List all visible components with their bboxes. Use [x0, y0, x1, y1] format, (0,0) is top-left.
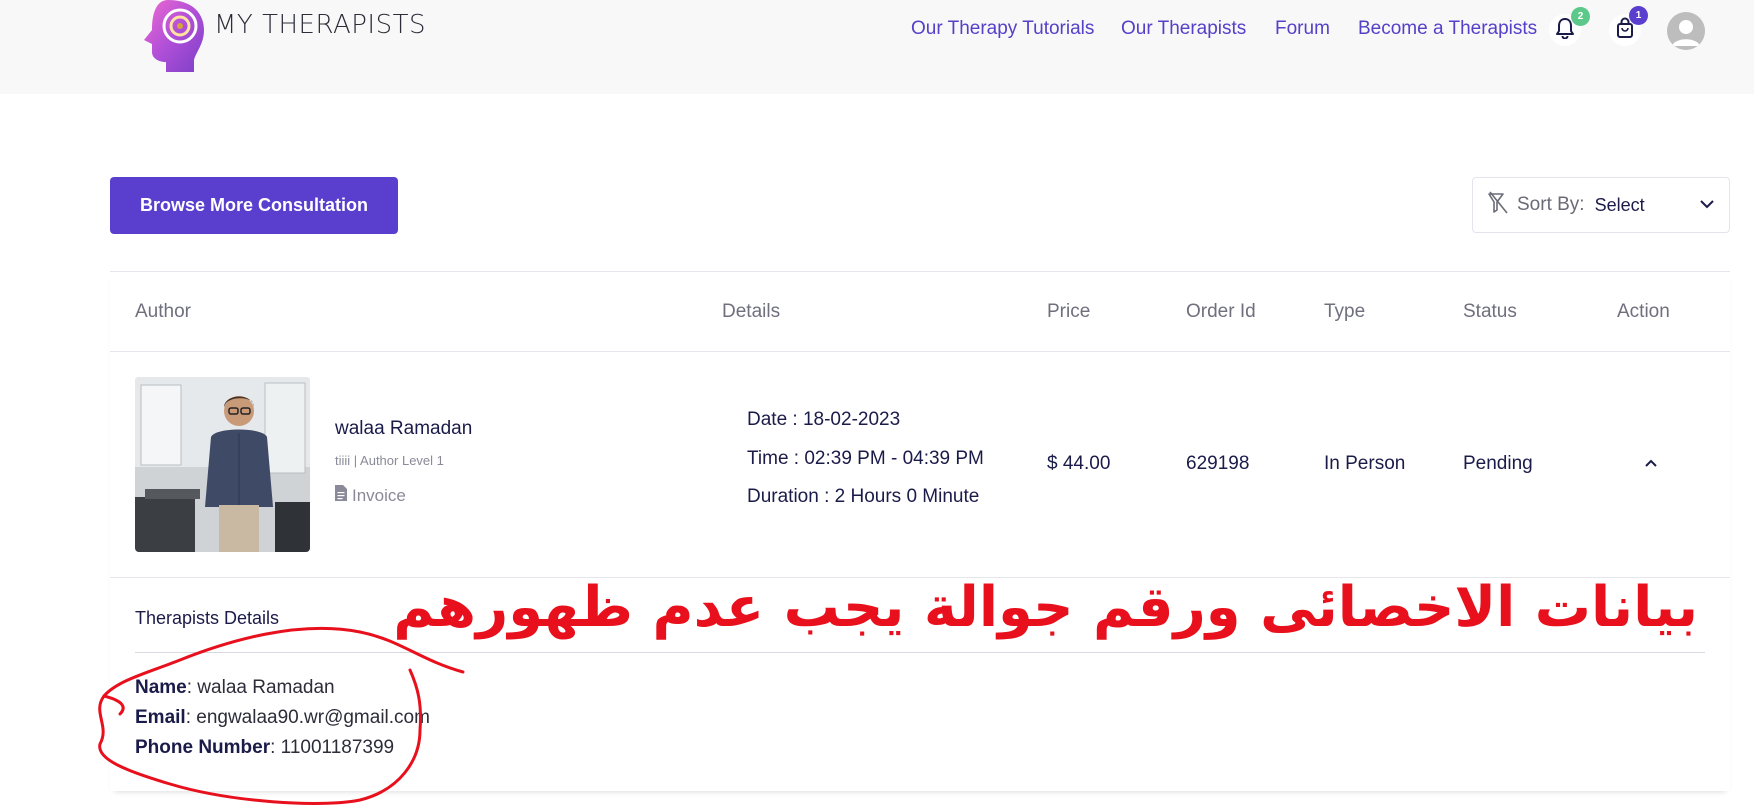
sort-by-value: Select	[1594, 194, 1645, 215]
author-name[interactable]: walaa Ramadan	[335, 418, 472, 440]
nav-therapy-tutorials[interactable]: Our Therapy Tutorials	[911, 18, 1094, 40]
filter-icon	[1487, 190, 1509, 220]
chevron-down-icon	[1699, 196, 1715, 217]
divider	[110, 271, 1730, 272]
status-value: Pending	[1463, 453, 1533, 474]
notifications-badge: 2	[1571, 7, 1590, 26]
therapist-details-title: Therapists Details	[135, 608, 280, 628]
invoice-link[interactable]: Invoice	[335, 485, 406, 506]
divider	[110, 351, 1730, 352]
column-header-order-id: Order Id	[1186, 301, 1256, 322]
column-header-type: Type	[1324, 301, 1366, 322]
phone-label: Phone Number	[135, 737, 271, 758]
therapist-phone-line: Phone Number: 11001187399	[135, 737, 394, 759]
cart-badge: 1	[1629, 6, 1648, 25]
divider	[135, 652, 1705, 653]
logo-head-icon	[138, 0, 214, 72]
consultations-table: Author Details Price Order Id Type Statu…	[110, 271, 1730, 791]
sort-by-label: Sort By:	[1517, 194, 1585, 215]
order-id-value: 629198	[1186, 453, 1250, 474]
nav-our-therapists[interactable]: Our Therapists	[1121, 18, 1246, 40]
browse-more-consultation-button[interactable]: Browse More Consultation	[110, 177, 398, 234]
nav-become-therapist[interactable]: Become a Therapists	[1358, 18, 1537, 40]
name-label: Name	[135, 677, 187, 698]
author-level: tiiii | Author Level 1	[335, 453, 444, 468]
cart-button[interactable]: 1	[1609, 6, 1648, 46]
type-value: In Person	[1324, 453, 1406, 474]
session-date: Date : 18-02-2023	[747, 409, 901, 430]
therapist-email-line: Email: engwalaa90.wr@gmail.com	[135, 707, 430, 729]
therapist-name-line: Name: walaa Ramadan	[135, 677, 335, 699]
site-header: MY THERAPISTS Our Therapy Tutorials Our …	[0, 0, 1754, 94]
author-photo	[135, 377, 310, 552]
site-logo[interactable]: MY THERAPISTS	[138, 0, 426, 72]
notifications-button[interactable]: 2	[1549, 7, 1590, 46]
column-header-price: Price	[1047, 301, 1091, 322]
nav-forum[interactable]: Forum	[1275, 18, 1330, 40]
column-header-details: Details	[722, 301, 781, 322]
price-value: $ 44.00	[1047, 453, 1111, 474]
session-time: Time : 02:39 PM - 04:39 PM	[747, 448, 984, 469]
session-duration: Duration : 2 Hours 0 Minute	[747, 486, 980, 507]
column-header-author: Author	[135, 301, 191, 322]
chevron-up-icon[interactable]	[1643, 455, 1659, 476]
logo-text: MY THERAPISTS	[214, 10, 426, 40]
user-avatar-icon[interactable]	[1667, 12, 1705, 50]
sort-by-select[interactable]: Sort By: Select	[1472, 177, 1730, 233]
email-value: : engwalaa90.wr@gmail.com	[185, 707, 430, 728]
invoice-label: Invoice	[352, 485, 406, 505]
document-icon	[335, 485, 347, 506]
column-header-status: Status	[1463, 301, 1517, 322]
name-value: : walaa Ramadan	[186, 677, 335, 698]
annotation-text: بيانات الاخصائى ورقم جوالة يجب عدم ظهوره…	[393, 575, 1698, 640]
email-label: Email	[135, 707, 186, 728]
phone-value: : 11001187399	[270, 737, 395, 758]
column-header-action: Action	[1617, 301, 1670, 322]
